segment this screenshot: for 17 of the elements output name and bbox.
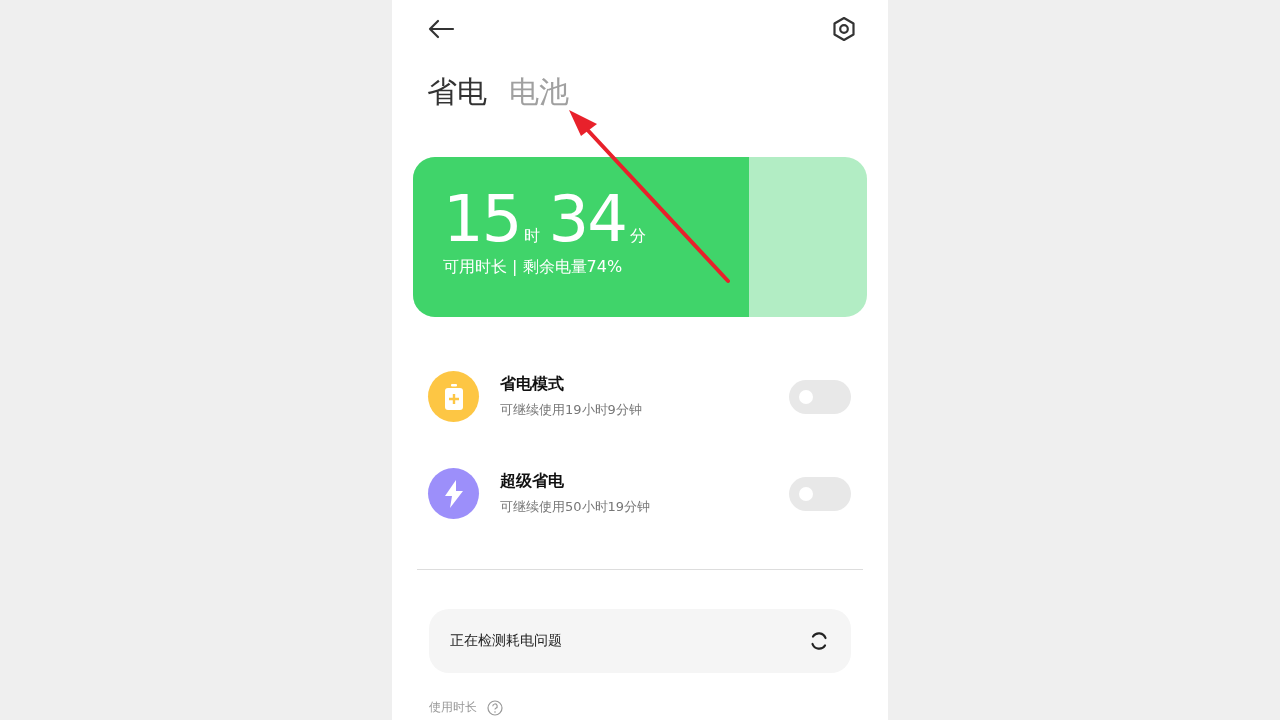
hours-unit: 时 (524, 226, 541, 247)
section-label: 使用时长 (429, 699, 477, 716)
mode-subtitle: 可继续使用50小时19分钟 (500, 498, 652, 516)
mode-title: 省电模式 (500, 374, 565, 395)
minutes-unit: 分 (629, 226, 646, 247)
detect-label: 正在检测耗电问题 (450, 632, 562, 650)
hours-value: 15 (443, 183, 521, 255)
help-icon[interactable] (487, 699, 503, 716)
tab[interactable]: 省电 (427, 72, 487, 112)
battery-caption: 可用时长 | 剩余电量74% (443, 257, 624, 278)
mode-title: 超级省电 (500, 471, 565, 492)
mode-subtitle: 可继续使用19小时9分钟 (500, 401, 643, 419)
back-button[interactable] (427, 19, 455, 39)
refresh-icon (809, 631, 829, 651)
settings-button[interactable] (831, 16, 857, 42)
minutes-value: 34 (548, 183, 626, 255)
detect-card[interactable]: 正在检测耗电问题 (429, 609, 851, 673)
